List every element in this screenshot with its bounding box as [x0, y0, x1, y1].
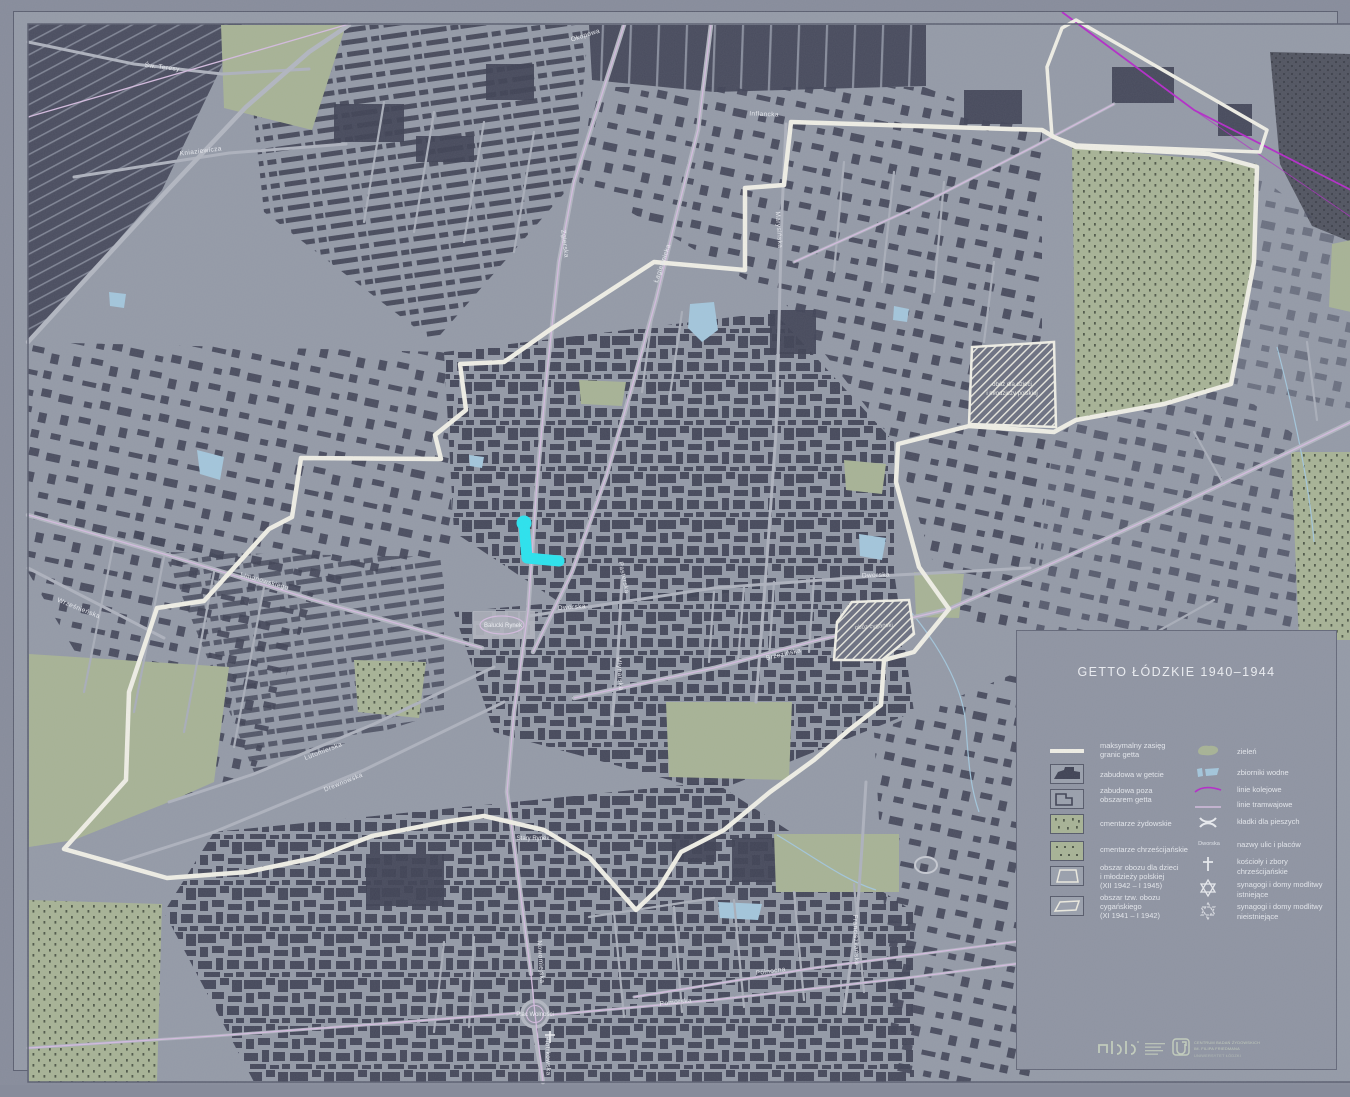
legend-label: cmentarze chrześcijańskie [1100, 845, 1188, 854]
street-label: Piotrkowska [543, 1036, 551, 1076]
legend-label: zieleń [1237, 747, 1257, 756]
credits: CENTRUM BADAŃ ŻYDOWSKICH IM. FILIPA FRIE… [1017, 1031, 1338, 1067]
svg-text:obóz dla dzieci: obóz dla dzieci [992, 382, 1032, 388]
children-camp-swatch [1050, 866, 1084, 891]
gypsy-camp-swatch [1050, 896, 1084, 921]
university-logo [1172, 1038, 1190, 1056]
place-label: Plac Wolności [516, 1012, 554, 1018]
place-label: Stary Rynek [517, 836, 551, 842]
legend-title: GETTO ŁÓDZKIE 1940–1944 [1077, 665, 1276, 679]
legend-label: linie kolejowe [1237, 785, 1282, 794]
street-label: Inflancka [749, 110, 779, 118]
street-label: Dworska [862, 572, 890, 580]
svg-text:i młodzieży polskiej: i młodzieży polskiej [986, 391, 1037, 397]
legend-panel: GETTO ŁÓDZKIE 1940–1944 maksymalny zasię… [1016, 630, 1337, 1070]
water-swatch [1193, 765, 1223, 784]
ghetto-map-page: { "legend": { "title": "GETTO ŁÓDZKIE 19… [0, 0, 1350, 1085]
jewish-cemetery [1072, 147, 1257, 420]
place-label: Bałucki Rynek [484, 623, 523, 629]
legend-label: zbiorniki wodne [1237, 768, 1289, 777]
institute-name: CENTRUM BADAŃ ŻYDOWSKICH IM. FILIPA FRIE… [1194, 1040, 1261, 1059]
legend-label: nazwy ulic i placów [1237, 840, 1301, 849]
legend-label: cmentarze żydowskie [1100, 819, 1172, 828]
jewish-cemetery-swatch [1050, 814, 1084, 839]
greenery-swatch [1193, 743, 1223, 762]
outside-buildings-swatch [1050, 789, 1084, 814]
legend-label: zabudowa w getcie [1100, 770, 1164, 779]
legend-label: kładki dla pieszych [1237, 817, 1300, 826]
partner-logo [1098, 1041, 1139, 1055]
christian-cemetery-swatch [1050, 841, 1084, 866]
legend-label: synagogi i domy modlitwy istniejące [1237, 880, 1323, 899]
legend-label: obszar obozu dla dzieci i młodzieży pols… [1100, 863, 1179, 890]
ghetto-buildings-swatch [1050, 764, 1084, 789]
legend-label: obszar tzw. obozu cygańskiego (XI 1941 –… [1100, 893, 1161, 920]
legend-label: kościoły i zbory chrześcijańskie [1237, 857, 1288, 876]
church-icon [1193, 855, 1223, 878]
footbridge-icon [1193, 813, 1223, 836]
street-name-sample: Dworska [1198, 841, 1220, 847]
legend-label: linie tramwajowe [1237, 800, 1293, 809]
synagogue-former-icon [1193, 901, 1223, 926]
partner-logo-text-lines [1145, 1043, 1165, 1055]
legend-label: zabudowa poza obszarem getta [1100, 786, 1153, 804]
boundary-swatch [1049, 743, 1085, 761]
legend-label: maksymalny zasięg granic getta [1100, 741, 1166, 759]
synagogue-existing-icon [1193, 878, 1223, 903]
legend-label: synagogi i domy modlitwy nieistniejące [1237, 902, 1323, 921]
